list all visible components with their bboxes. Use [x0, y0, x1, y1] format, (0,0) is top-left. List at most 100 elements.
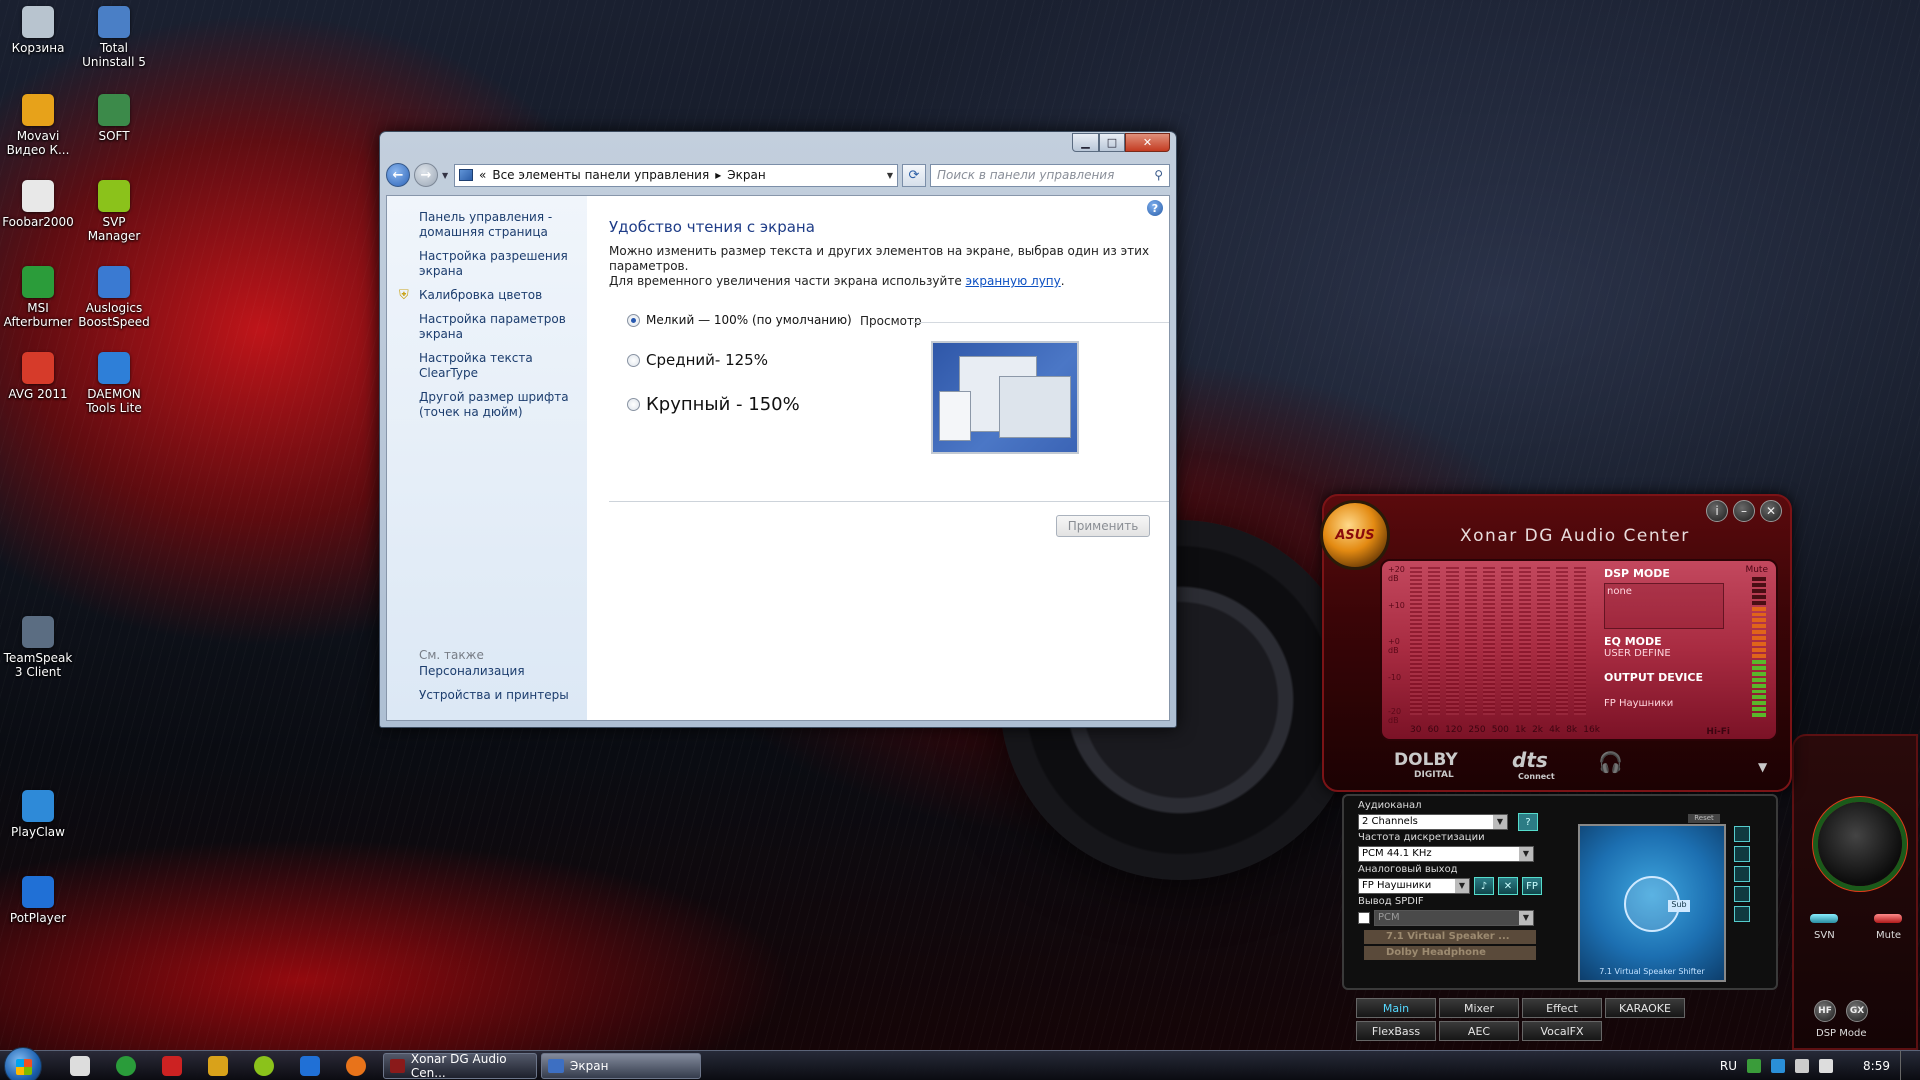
mute-toggle[interactable] [1874, 914, 1902, 923]
expand-chevron-icon[interactable]: ▼ [1758, 760, 1767, 774]
xonar-tab[interactable]: Mixer [1439, 998, 1519, 1018]
reset-button[interactable]: Reset [1688, 814, 1720, 823]
task-xonar[interactable]: Xonar DG Audio Cen... [383, 1052, 537, 1080]
tray-volume-icon[interactable] [1819, 1059, 1834, 1073]
sidebar-link-personalization[interactable]: Персонализация [387, 664, 587, 679]
firefox-icon[interactable] [346, 1056, 366, 1076]
sidebar-link-devices-printers[interactable]: Устройства и принтеры [387, 688, 587, 703]
maximize-button[interactable]: □ [1099, 133, 1125, 152]
speaker-mode-icon[interactable] [1734, 826, 1750, 842]
eq-band-slider[interactable] [1573, 567, 1587, 715]
desktop-icon[interactable]: Auslogics BoostSpeed [76, 266, 152, 329]
speaker-mode-icon[interactable] [1734, 906, 1750, 922]
eq-band-slider[interactable] [1428, 567, 1441, 715]
xonar-tab[interactable]: AEC [1439, 1021, 1519, 1041]
sidebar-link-home[interactable]: Панель управления - домашняя страница [387, 210, 587, 240]
foobar-taskbar-icon[interactable] [208, 1056, 228, 1076]
svp-taskbar-icon[interactable] [254, 1056, 274, 1076]
desktop-icon[interactable]: SVP Manager [76, 180, 152, 243]
speaker-mode-icon[interactable] [1734, 866, 1750, 882]
show-desktop-button[interactable] [1900, 1051, 1912, 1080]
minimize-button[interactable]: ▁ [1072, 133, 1099, 152]
breadcrumb-separator[interactable]: ▸ [715, 168, 721, 182]
breadcrumb-all-items[interactable]: Все элементы панели управления [492, 168, 709, 182]
language-indicator[interactable]: RU [1720, 1059, 1737, 1073]
apply-button[interactable]: Применить [1056, 515, 1150, 537]
desktop-icon[interactable]: Movavi Видео К... [0, 94, 76, 157]
sample-rate-select[interactable]: PCM 44.1 KHz ▼ [1358, 846, 1534, 862]
forward-button[interactable]: → [414, 163, 438, 187]
radio-medium[interactable] [627, 353, 640, 367]
sidebar-link-dpi[interactable]: Другой размер шрифта (точек на дюйм) [387, 390, 587, 420]
desktop-icon[interactable]: TeamSpeak 3 Client [0, 616, 76, 679]
task-display[interactable]: Экран [541, 1053, 701, 1079]
spdif-checkbox[interactable] [1358, 912, 1370, 924]
eq-band-slider[interactable] [1519, 567, 1532, 715]
svn-toggle[interactable] [1810, 914, 1838, 923]
radio-small[interactable] [627, 313, 640, 327]
tray-pen-icon[interactable] [1747, 1059, 1762, 1073]
desktop-icon[interactable]: MSI Afterburner [0, 266, 76, 329]
radio-large[interactable] [627, 398, 640, 411]
search-input[interactable]: Поиск в панели управления ⚲ [930, 163, 1170, 187]
virtual-speaker-option[interactable]: 7.1 Virtual Speaker ... [1364, 930, 1536, 944]
back-button[interactable]: ← [386, 163, 410, 187]
magnifier-link[interactable]: экранную лупу [966, 274, 1061, 288]
info-button[interactable]: i [1706, 500, 1728, 522]
eq-band-slider[interactable] [1555, 567, 1568, 715]
desktop-icon[interactable]: AVG 2011 [0, 352, 76, 401]
sidebar-link-cleartype[interactable]: Настройка текста ClearType [387, 351, 587, 381]
analog-out-select[interactable]: FP Наушники ▼ [1358, 878, 1470, 894]
desktop-icon[interactable]: SOFT [76, 94, 152, 143]
search-icon[interactable]: ⚲ [1154, 168, 1163, 182]
xonar-audio-center[interactable]: SVN Mute HF GX DSP Mode ASUS Xonar DG Au… [1320, 494, 1918, 1050]
breadcrumb-display[interactable]: Экран [727, 168, 765, 182]
spdif-select[interactable]: PCM ▼ [1374, 910, 1534, 926]
desktop-icon[interactable]: Корзина [0, 6, 76, 55]
eq-band-slider[interactable] [1482, 567, 1496, 715]
desktop-icon[interactable]: PlayClaw [0, 790, 76, 839]
volume-knob[interactable] [1818, 802, 1902, 886]
close-button[interactable]: ✕ [1125, 133, 1170, 152]
sidebar-link-resolution[interactable]: Настройка разрешения экрана [387, 249, 587, 279]
xonar-tab[interactable]: KARAOKE [1605, 998, 1685, 1018]
sidebar-link-calibrate[interactable]: ⛨ Калибровка цветов [387, 288, 587, 303]
equalizer-bars[interactable] [1410, 567, 1587, 715]
xonar-tab[interactable]: VocalFX [1522, 1021, 1602, 1041]
eq-band-slider[interactable] [1537, 567, 1550, 715]
tray-network-icon[interactable] [1771, 1059, 1786, 1073]
desktop-icon[interactable]: Total Uninstall 5 [76, 6, 152, 69]
option-small[interactable]: Мелкий — 100% (по умолчанию) [627, 313, 852, 327]
potplayer-taskbar-icon[interactable] [300, 1056, 320, 1076]
xonar-tab[interactable]: Effect [1522, 998, 1602, 1018]
recent-pages-dropdown[interactable]: ▼ [442, 171, 450, 180]
address-bar[interactable]: « Все элементы панели управления ▸ Экран… [454, 163, 898, 187]
desktop-icon[interactable]: DAEMON Tools Lite [76, 352, 152, 415]
xonar-close-button[interactable]: ✕ [1760, 500, 1782, 522]
start-button[interactable] [4, 1047, 42, 1080]
address-dropdown-icon[interactable]: ▼ [887, 171, 893, 180]
hf-button[interactable]: HF [1814, 1000, 1836, 1022]
display-settings-window[interactable]: ▁ □ ✕ ← → ▼ « Все элементы панели управл… [379, 131, 1177, 728]
eq-band-slider[interactable] [1410, 567, 1423, 715]
refresh-button[interactable]: ⟳ [902, 163, 926, 187]
help-button[interactable]: ? [1518, 813, 1538, 831]
help-icon[interactable]: ? [1147, 200, 1163, 216]
speaker-shifter[interactable]: Sub 7.1 Virtual Speaker Shifter [1578, 824, 1726, 982]
eq-band-slider[interactable] [1446, 567, 1459, 715]
speaker-mode-icon[interactable] [1734, 886, 1750, 902]
xonar-minimize-button[interactable]: – [1733, 500, 1755, 522]
eq-band-slider[interactable] [1464, 567, 1477, 715]
channel-select[interactable]: 2 Channels ▼ [1358, 814, 1508, 830]
eq-band-slider[interactable] [1501, 567, 1514, 715]
sidebar-link-display-settings[interactable]: Настройка параметров экрана [387, 312, 587, 342]
fp-icon[interactable]: FP [1522, 877, 1542, 895]
tools-icon[interactable]: ✕ [1498, 877, 1518, 895]
msi-afterburner-taskbar-icon[interactable] [162, 1056, 182, 1076]
tray-monitor-icon[interactable] [1795, 1059, 1810, 1073]
gx-button[interactable]: GX [1846, 1000, 1868, 1022]
option-medium[interactable]: Средний- 125% [627, 351, 768, 369]
utorrent-icon[interactable] [116, 1056, 136, 1076]
option-large[interactable]: Крупный - 150% [627, 394, 800, 415]
clock[interactable]: 8:59 [1863, 1059, 1890, 1073]
